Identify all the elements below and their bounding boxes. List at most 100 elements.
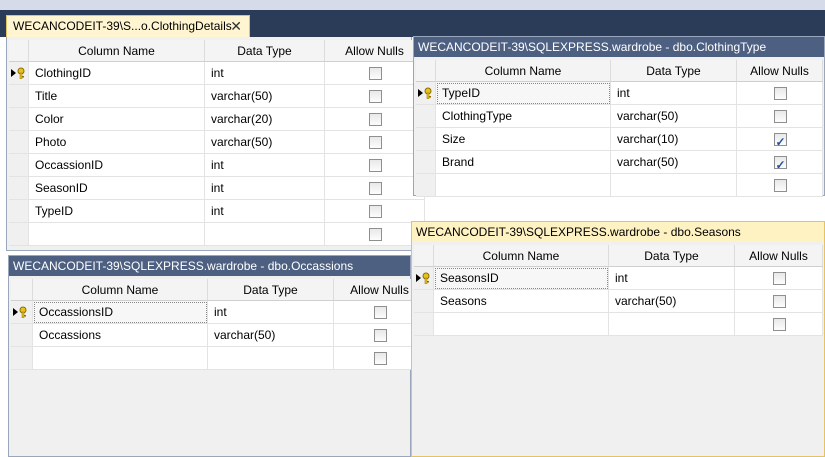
- column-name-cell[interactable]: Color: [29, 108, 205, 131]
- data-type-cell[interactable]: [611, 174, 737, 197]
- table-row[interactable]: Photo varchar(50): [9, 131, 425, 154]
- data-type-cell[interactable]: int: [205, 200, 325, 223]
- row-selector[interactable]: [11, 301, 33, 324]
- table-row[interactable]: Seasons varchar(50): [414, 290, 823, 313]
- table-clothingdetails[interactable]: Column Name Data Type Allow Nulls ClothingI…: [6, 37, 425, 251]
- data-type-cell[interactable]: varchar(50): [205, 131, 325, 154]
- column-name-cell[interactable]: TypeID: [29, 200, 205, 223]
- data-type-cell[interactable]: [609, 313, 735, 336]
- table-row[interactable]: [414, 313, 823, 336]
- allow-nulls-checkbox[interactable]: [368, 159, 382, 172]
- column-name-cell[interactable]: Title: [29, 85, 205, 108]
- row-selector[interactable]: [416, 174, 436, 197]
- allow-nulls-checkbox[interactable]: [773, 87, 787, 100]
- data-type-cell[interactable]: int: [611, 82, 737, 105]
- data-type-cell[interactable]: varchar(50): [611, 151, 737, 174]
- header-data-type[interactable]: Data Type: [208, 279, 334, 301]
- table-title[interactable]: WECANCODEIT-39\SQLEXPRESS.wardrobe - dbo…: [412, 222, 824, 242]
- data-type-cell[interactable]: varchar(50): [208, 324, 334, 347]
- row-selector[interactable]: [9, 177, 29, 200]
- header-allow-nulls[interactable]: Allow Nulls: [735, 245, 823, 267]
- table-row[interactable]: TypeID int: [9, 200, 425, 223]
- header-column-name[interactable]: Column Name: [434, 245, 609, 267]
- allow-nulls-checkbox[interactable]: [773, 110, 787, 123]
- row-selector[interactable]: [416, 151, 436, 174]
- header-data-type[interactable]: Data Type: [611, 60, 737, 82]
- table-row[interactable]: OccassionID int: [9, 154, 425, 177]
- table-row[interactable]: Size varchar(10): [416, 128, 823, 151]
- header-allow-nulls[interactable]: Allow Nulls: [325, 40, 425, 62]
- allow-nulls-checkbox[interactable]: [368, 228, 382, 241]
- column-name-cell[interactable]: SeasonsID: [434, 267, 609, 290]
- column-name-cell[interactable]: [434, 313, 609, 336]
- column-name-cell[interactable]: TypeID: [436, 82, 611, 105]
- allow-nulls-checkbox[interactable]: [772, 318, 786, 331]
- row-selector[interactable]: [9, 154, 29, 177]
- allow-nulls-checkbox[interactable]: [772, 272, 786, 285]
- row-selector[interactable]: [416, 82, 436, 105]
- allow-nulls-checkbox[interactable]: [773, 131, 787, 150]
- row-selector[interactable]: [9, 131, 29, 154]
- row-selector[interactable]: [9, 85, 29, 108]
- row-selector[interactable]: [9, 62, 29, 85]
- row-selector[interactable]: [414, 267, 434, 290]
- column-name-cell[interactable]: [436, 174, 611, 197]
- table-title[interactable]: WECANCODEIT-39\SQLEXPRESS.wardrobe - dbo…: [9, 256, 410, 276]
- table-row[interactable]: [11, 347, 426, 370]
- allow-nulls-checkbox[interactable]: [368, 90, 382, 103]
- column-name-cell[interactable]: Brand: [436, 151, 611, 174]
- table-row[interactable]: TypeID int: [416, 82, 823, 105]
- allow-nulls-checkbox[interactable]: [373, 352, 387, 365]
- row-selector[interactable]: [9, 223, 29, 246]
- column-name-cell[interactable]: ClothingType: [436, 105, 611, 128]
- allow-nulls-checkbox[interactable]: [773, 179, 787, 192]
- header-column-name[interactable]: Column Name: [436, 60, 611, 82]
- row-selector[interactable]: [414, 290, 434, 313]
- table-clothingtype[interactable]: WECANCODEIT-39\SQLEXPRESS.wardrobe - dbo…: [413, 36, 825, 197]
- table-row[interactable]: OccassionsID int: [11, 301, 426, 324]
- table-row[interactable]: [9, 223, 425, 246]
- data-type-cell[interactable]: int: [205, 154, 325, 177]
- table-row[interactable]: ClothingID int: [9, 62, 425, 85]
- table-row[interactable]: Color varchar(20): [9, 108, 425, 131]
- data-type-cell[interactable]: int: [208, 301, 334, 324]
- data-type-cell[interactable]: [205, 223, 325, 246]
- column-name-cell[interactable]: Seasons: [434, 290, 609, 313]
- column-name-cell[interactable]: Occassions: [33, 324, 208, 347]
- column-name-cell[interactable]: OccassionID: [29, 154, 205, 177]
- data-type-cell[interactable]: varchar(20): [205, 108, 325, 131]
- allow-nulls-checkbox[interactable]: [368, 113, 382, 126]
- table-row[interactable]: ClothingType varchar(50): [416, 105, 823, 128]
- table-row[interactable]: [416, 174, 823, 197]
- allow-nulls-checkbox[interactable]: [368, 136, 382, 149]
- row-selector[interactable]: [416, 105, 436, 128]
- row-selector[interactable]: [9, 200, 29, 223]
- table-row[interactable]: Occassions varchar(50): [11, 324, 426, 347]
- column-name-cell[interactable]: SeasonID: [29, 177, 205, 200]
- table-row[interactable]: Brand varchar(50): [416, 151, 823, 174]
- row-selector[interactable]: [11, 324, 33, 347]
- header-column-name[interactable]: Column Name: [33, 279, 208, 301]
- column-name-cell[interactable]: [29, 223, 205, 246]
- data-type-cell[interactable]: varchar(50): [609, 290, 735, 313]
- allow-nulls-checkbox[interactable]: [772, 295, 786, 308]
- data-type-cell[interactable]: [208, 347, 334, 370]
- allow-nulls-checkbox[interactable]: [368, 182, 382, 195]
- data-type-cell[interactable]: varchar(50): [611, 105, 737, 128]
- data-type-cell[interactable]: int: [609, 267, 735, 290]
- column-name-cell[interactable]: [33, 347, 208, 370]
- data-type-cell[interactable]: varchar(50): [205, 85, 325, 108]
- allow-nulls-checkbox[interactable]: [373, 306, 387, 319]
- data-type-cell[interactable]: int: [205, 62, 325, 85]
- column-name-cell[interactable]: Size: [436, 128, 611, 151]
- row-selector[interactable]: [416, 128, 436, 151]
- table-row[interactable]: SeasonID int: [9, 177, 425, 200]
- allow-nulls-checkbox[interactable]: [368, 67, 382, 80]
- table-title[interactable]: WECANCODEIT-39\SQLEXPRESS.wardrobe - dbo…: [414, 37, 824, 57]
- table-seasons[interactable]: WECANCODEIT-39\SQLEXPRESS.wardrobe - dbo…: [411, 221, 825, 457]
- row-selector[interactable]: [9, 108, 29, 131]
- allow-nulls-checkbox[interactable]: [368, 205, 382, 218]
- table-occassions[interactable]: WECANCODEIT-39\SQLEXPRESS.wardrobe - dbo…: [8, 255, 426, 457]
- allow-nulls-checkbox[interactable]: [373, 329, 387, 342]
- data-type-cell[interactable]: varchar(10): [611, 128, 737, 151]
